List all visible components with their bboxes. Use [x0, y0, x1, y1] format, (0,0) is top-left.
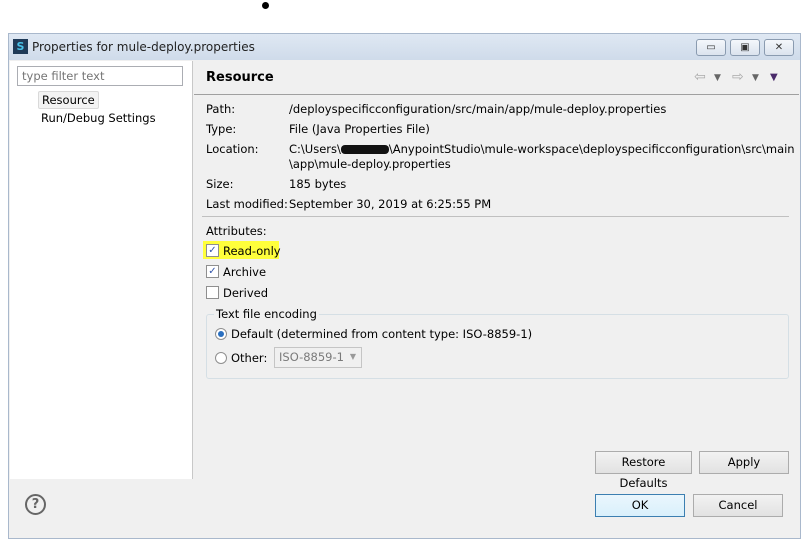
cancel-button[interactable]: Cancel: [693, 494, 783, 517]
default-encoding-label: Default (determined from content type: I…: [231, 327, 533, 341]
derived-checkbox[interactable]: [206, 286, 219, 299]
other-encoding-label: Other:: [231, 351, 268, 365]
readonly-checkbox[interactable]: ✓: [206, 244, 219, 257]
page-title: Resource: [206, 70, 274, 85]
location-value-line2: \app\mule-deploy.properties: [289, 157, 451, 171]
window-title: Properties for mule-deploy.properties: [32, 40, 255, 54]
forward-history-dropdown-icon[interactable]: ▼: [752, 73, 759, 83]
derived-label: Derived: [223, 286, 269, 300]
path-label: Path:: [206, 102, 236, 116]
size-label: Size:: [206, 177, 234, 191]
sidebar-item-run-debug[interactable]: Run/Debug Settings: [41, 111, 156, 125]
chevron-down-icon: ▼: [349, 352, 356, 361]
restore-defaults-button[interactable]: Restore Defaults: [595, 451, 692, 490]
maximize-button[interactable]: ▣: [730, 39, 760, 56]
location-label: Location:: [206, 142, 259, 156]
back-arrow-icon[interactable]: ⇦: [694, 69, 706, 85]
filter-input[interactable]: [17, 66, 183, 86]
archive-label: Archive: [223, 265, 267, 279]
properties-dialog: S Properties for mule-deploy.properties …: [8, 33, 801, 539]
apply-button[interactable]: Apply: [699, 451, 789, 474]
sidebar-item-resource[interactable]: Resource: [38, 91, 99, 109]
title-bar: S Properties for mule-deploy.properties …: [9, 34, 800, 60]
close-button[interactable]: ✕: [764, 39, 794, 56]
encoding-combo[interactable]: ISO-8859-1 ▼: [274, 347, 362, 368]
ok-button[interactable]: OK: [595, 494, 685, 517]
encoding-group: Text file encoding Default (determined f…: [206, 307, 789, 379]
type-value: File (Java Properties File): [289, 122, 430, 136]
other-encoding-radio[interactable]: [215, 352, 227, 364]
readonly-label: Read-only: [223, 244, 281, 258]
location-value: C:\Users\ \AnypointStudio\mule-workspace\…: [289, 142, 795, 156]
path-value: /deployspecificconfiguration/src/main/ap…: [289, 102, 667, 116]
location-rest: \AnypointStudio\mule-workspace\deployspe…: [388, 142, 795, 156]
page-header: Resource ⇦ ▼ ⇨ ▼ ▼: [194, 61, 799, 95]
type-label: Type:: [206, 122, 237, 136]
stray-dot: [262, 2, 269, 9]
sidebar: Resource Run/Debug Settings: [10, 61, 193, 479]
back-history-dropdown-icon[interactable]: ▼: [714, 73, 721, 83]
minimize-button[interactable]: ▭: [696, 39, 726, 56]
modified-label: Last modified:: [206, 197, 288, 211]
forward-arrow-icon[interactable]: ⇨: [732, 69, 744, 85]
encoding-group-title: Text file encoding: [214, 307, 319, 321]
resource-page: Resource ⇦ ▼ ⇨ ▼ ▼ Path: /deployspecific…: [194, 61, 799, 490]
location-prefix: C:\Users\: [289, 142, 341, 156]
anypoint-logo-icon: S: [13, 39, 28, 54]
attributes-label: Attributes:: [206, 224, 267, 238]
size-value: 185 bytes: [289, 177, 347, 191]
default-encoding-radio[interactable]: [215, 328, 227, 340]
redaction-mark: [340, 145, 389, 154]
encoding-combo-value: ISO-8859-1: [279, 350, 344, 364]
help-icon[interactable]: ?: [25, 494, 46, 515]
archive-checkbox[interactable]: ✓: [206, 265, 219, 278]
view-menu-icon[interactable]: ▼: [770, 72, 778, 83]
modified-value: September 30, 2019 at 6:25:55 PM: [289, 197, 492, 211]
divider: [202, 216, 789, 217]
